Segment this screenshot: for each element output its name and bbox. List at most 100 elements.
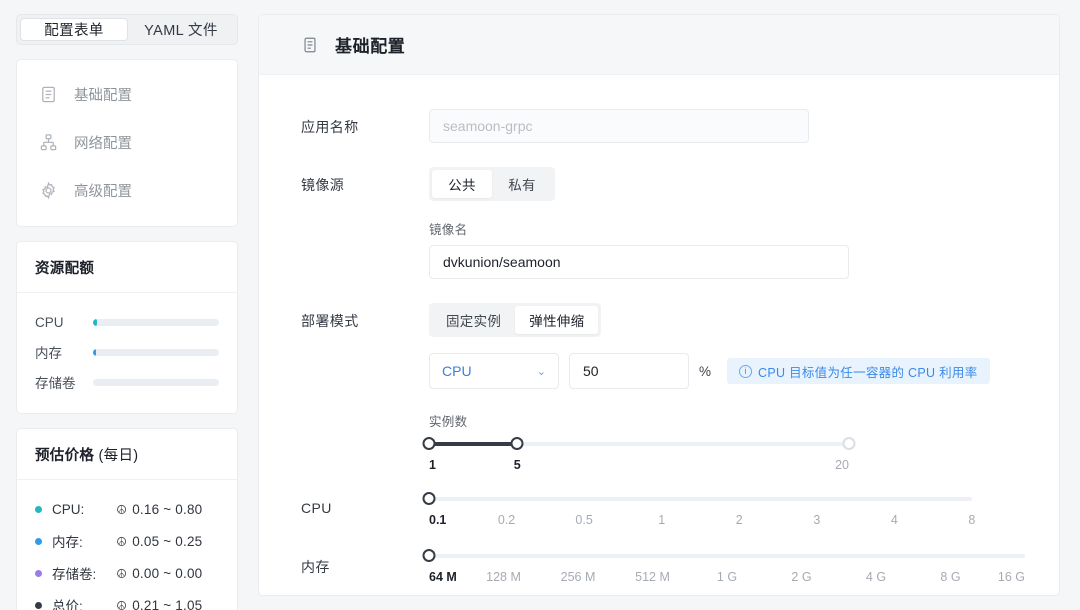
mem-tick: 256 M xyxy=(560,570,596,584)
price-row-cpu: CPU: ☮ 0.16 ~ 0.80 xyxy=(35,493,219,525)
field-cpu: CPU 0.10.20.512348 (Core) xyxy=(259,492,1059,531)
cpu-tick: 0.5 xyxy=(575,513,593,527)
autoscale-metric-select[interactable]: CPU ⌄ xyxy=(429,353,559,389)
image-source-label: 镜像源 xyxy=(301,177,345,193)
deploy-mode-control: 固定实例 弹性伸缩 CPU ⌄ 50 % i CPU 目标值为任一容器的 CPU… xyxy=(422,303,1059,476)
cpu-slider-track xyxy=(429,497,972,501)
autoscale-threshold-input[interactable]: 50 xyxy=(569,353,689,389)
instance-slider-knob-max[interactable] xyxy=(510,437,524,450)
page-title: 基础配置 xyxy=(335,37,406,56)
price-dot-total xyxy=(35,601,42,609)
instance-count-label: 实例数 xyxy=(429,415,468,429)
price-cpu-value: 0.16 ~ 0.80 xyxy=(132,501,203,517)
coin-icon: ☮ xyxy=(116,566,128,581)
mem-tick: 1 G xyxy=(716,570,738,584)
price-memory-value: 0.05 ~ 0.25 xyxy=(132,533,203,549)
resource-quota-body: CPU 内存 存储卷 xyxy=(17,293,237,413)
document-icon xyxy=(39,85,58,104)
tab-config-form[interactable]: 配置表单 xyxy=(20,18,128,41)
price-storage-label: 存储卷: xyxy=(52,567,97,582)
deploy-mode-label: 部署模式 xyxy=(301,313,359,329)
coin-icon: ☮ xyxy=(116,534,128,549)
memory-slider-track xyxy=(429,554,1025,558)
field-deploy-mode: 部署模式 固定实例 弹性伸缩 CPU ⌄ 50 % i CPU 目标值为任一容器… xyxy=(259,303,1059,476)
image-name-label: 镜像名 xyxy=(429,223,468,237)
app-name-input[interactable]: seamoon-grpc xyxy=(429,109,809,143)
coin-icon: ☮ xyxy=(116,502,128,517)
cpu-tick: 4 xyxy=(890,513,898,527)
tab-config-form-label: 配置表单 xyxy=(44,23,104,39)
cpu-tick: 0.1 xyxy=(429,513,447,527)
instance-slider-fill xyxy=(429,442,518,446)
deploy-mode-segmented: 固定实例 弹性伸缩 xyxy=(429,303,602,337)
image-source-segmented: 公共 私有 xyxy=(429,167,555,201)
deploy-mode-option-fixed[interactable]: 固定实例 xyxy=(432,306,515,334)
image-source-option-public[interactable]: 公共 xyxy=(432,170,492,198)
price-dot-cpu xyxy=(35,505,42,513)
cpu-tick: 2 xyxy=(735,513,743,527)
field-memory: 内存 64 M 128 M 256 M 512 M 1 G 2 G 4 G 8 G 16 G xyxy=(259,549,1059,588)
sidebar-nav: 基础配置 网络配置 高级配置 xyxy=(16,59,238,227)
price-cpu-label: CPU: xyxy=(52,501,85,517)
instance-tick: 1 xyxy=(429,458,436,472)
cpu-tick: 3 xyxy=(813,513,821,527)
app-name-control: seamoon-grpc xyxy=(429,109,1059,143)
cpu-slider[interactable] xyxy=(422,492,983,506)
quota-memory-bar xyxy=(93,348,219,356)
sidebar-item-network-config-label: 网络配置 xyxy=(74,135,132,152)
instance-tick: 20 xyxy=(835,458,849,472)
quota-cpu-bar xyxy=(93,318,219,326)
cpu-tick: 8 xyxy=(968,513,976,527)
autoscale-unit: % xyxy=(699,363,712,379)
instance-slider-knob-min[interactable] xyxy=(422,437,436,450)
document-icon xyxy=(301,36,319,54)
mem-tick: 2 G xyxy=(791,570,812,584)
left-column: 配置表单 YAML 文件 基础配置 网络配置 高级配置 资源配额 CPU 内存 … xyxy=(16,14,238,610)
quota-cpu-label: CPU xyxy=(35,314,64,330)
price-row-storage: 存储卷: ☮ 0.00 ~ 0.00 xyxy=(35,557,219,589)
price-estimate-title: 预估价格 (每日) xyxy=(17,429,237,480)
main-panel: 基础配置 应用名称 seamoon-grpc 镜像源 公共 私有 镜像名 dvk… xyxy=(258,14,1060,596)
quota-row-memory: 内存 xyxy=(35,337,219,367)
mem-tick: 64 M xyxy=(429,570,457,584)
view-mode-tabs: 配置表单 YAML 文件 xyxy=(16,14,238,45)
network-icon xyxy=(39,133,58,152)
instance-slider-knob-limit[interactable] xyxy=(842,437,856,450)
price-total-value: 0.21 ~ 1.05 xyxy=(132,597,203,610)
memory-slider-knob[interactable] xyxy=(422,549,436,562)
sidebar-item-advanced-config[interactable]: 高级配置 xyxy=(17,166,237,214)
image-name-input[interactable]: dvkunion/seamoon xyxy=(429,245,849,279)
field-app-name: 应用名称 seamoon-grpc xyxy=(259,109,1059,143)
coin-icon: ☮ xyxy=(116,598,128,610)
info-icon: i xyxy=(739,364,753,378)
memory-slider[interactable] xyxy=(422,549,1025,563)
mem-tick: 8 G xyxy=(940,570,961,584)
instance-count-slider[interactable] xyxy=(422,437,856,451)
app-root: 配置表单 YAML 文件 基础配置 网络配置 高级配置 资源配额 CPU 内存 … xyxy=(0,0,1080,610)
image-source-control: 公共 私有 镜像名 dvkunion/seamoon xyxy=(429,167,1059,279)
sidebar-item-network-config[interactable]: 网络配置 xyxy=(17,118,237,166)
resource-quota-card: 资源配额 CPU 内存 存储卷 xyxy=(16,241,238,414)
quota-row-cpu: CPU xyxy=(35,307,219,337)
sidebar-item-basic-config[interactable]: 基础配置 xyxy=(17,70,237,118)
cpu-label: CPU xyxy=(301,500,332,516)
price-dot-storage xyxy=(35,569,42,577)
price-storage-value: 0.00 ~ 0.00 xyxy=(132,565,203,581)
cpu-control: 0.10.20.512348 (Core) xyxy=(422,492,1059,531)
tab-yaml-file[interactable]: YAML 文件 xyxy=(128,18,234,41)
autoscale-settings: CPU ⌄ 50 % i CPU 目标值为任一容器的 CPU 利用率 xyxy=(429,353,1029,389)
instance-tick: 5 xyxy=(513,458,521,472)
image-source-option-private[interactable]: 私有 xyxy=(492,170,552,198)
memory-control: 64 M 128 M 256 M 512 M 1 G 2 G 4 G 8 G 16 G xyxy=(422,549,1059,588)
instance-slider-ticks: 1 5 20 xyxy=(429,458,849,476)
gear-icon xyxy=(39,181,58,200)
main-panel-header: 基础配置 xyxy=(259,15,1059,75)
price-total-label: 总价: xyxy=(52,599,83,610)
mem-tick: 128 M xyxy=(486,570,521,584)
deploy-mode-option-elastic[interactable]: 弹性伸缩 xyxy=(515,306,599,334)
cpu-slider-knob[interactable] xyxy=(422,492,436,505)
tab-yaml-file-label: YAML 文件 xyxy=(144,23,218,39)
mem-tick: 512 M xyxy=(635,570,670,584)
cpu-tick: 0.2 xyxy=(497,513,516,527)
sidebar-item-advanced-config-label: 高级配置 xyxy=(74,183,132,200)
